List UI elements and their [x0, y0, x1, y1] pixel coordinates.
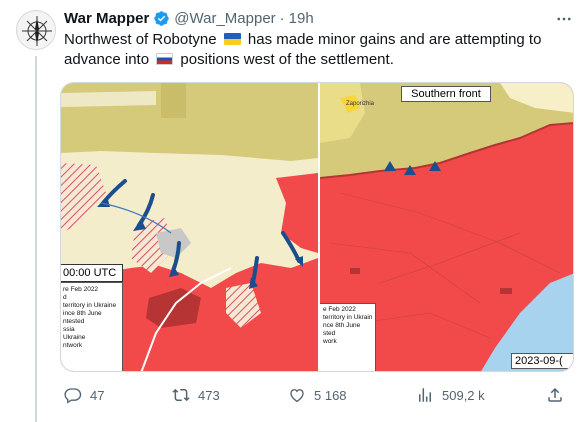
legend-line: nce 8th June [323, 322, 361, 329]
action-bar: 47 473 5 168 509,2 k [60, 380, 574, 410]
share-icon [548, 387, 562, 402]
like-count: 5 168 [314, 387, 347, 403]
legend-line: ince 8th June [63, 310, 102, 317]
tweet-text-part1: Northwest of Robotyne [64, 31, 217, 48]
legend-line: territory in Ukraine [63, 302, 117, 309]
share-button[interactable] [546, 386, 564, 404]
verified-badge-icon [154, 10, 170, 26]
legend-line: sted [323, 330, 336, 337]
city-label-zaporizhia: Zaporizhia [346, 101, 375, 107]
legend-line: re Feb 2022 [63, 286, 99, 293]
like-button[interactable]: 5 168 [288, 386, 347, 404]
tweet-header: War Mapper @War_Mapper · 19h [64, 8, 314, 28]
retweet-button[interactable]: 473 [172, 386, 220, 404]
legend-line: e Feb 2022 [323, 306, 356, 313]
avatar[interactable] [16, 10, 56, 50]
views-count: 509,2 k [442, 387, 485, 403]
left-map-legend: re Feb 2022 d territory in Ukraine ince … [61, 282, 123, 371]
legend-line: ntested [63, 318, 85, 325]
reply-count: 47 [90, 387, 105, 403]
legend-line: work [323, 338, 337, 345]
southern-front-title: Southern front [401, 86, 491, 102]
retweet-icon [172, 388, 190, 402]
russia-flag-icon [156, 53, 174, 65]
legend-line: territory in Ukraine [323, 314, 372, 321]
tweet-text: Northwest of Robotyne has made minor gai… [64, 30, 574, 70]
left-map-time-label: 00:00 UTC [61, 264, 123, 282]
legend-line: ssia [63, 326, 75, 333]
tweet-media[interactable]: 00:00 UTC re Feb 2022 d territory in Ukr… [60, 82, 574, 372]
views-icon [419, 388, 431, 402]
right-map-legend: e Feb 2022 territory in Ukraine nce 8th … [320, 303, 376, 371]
author-handle[interactable]: @War_Mapper [174, 10, 275, 27]
legend-line: ntwork [63, 342, 83, 349]
like-icon [290, 389, 304, 403]
thread-line [35, 56, 37, 422]
author-name[interactable]: War Mapper [64, 10, 149, 27]
reply-icon [64, 388, 82, 404]
legend-line: d [63, 294, 67, 301]
map-date-label: 2023-09-( [511, 353, 573, 369]
reply-button[interactable]: 47 [64, 386, 104, 404]
legend-line: Ukraine [63, 334, 86, 341]
ukraine-flag-icon [223, 33, 241, 45]
tweet-time[interactable]: 19h [289, 10, 314, 27]
views-button[interactable]: 509,2 k [416, 386, 485, 404]
separator-dot: · [279, 9, 285, 27]
retweet-count: 473 [198, 387, 220, 403]
tweet-text-part3: positions west of the settlement. [180, 51, 394, 68]
